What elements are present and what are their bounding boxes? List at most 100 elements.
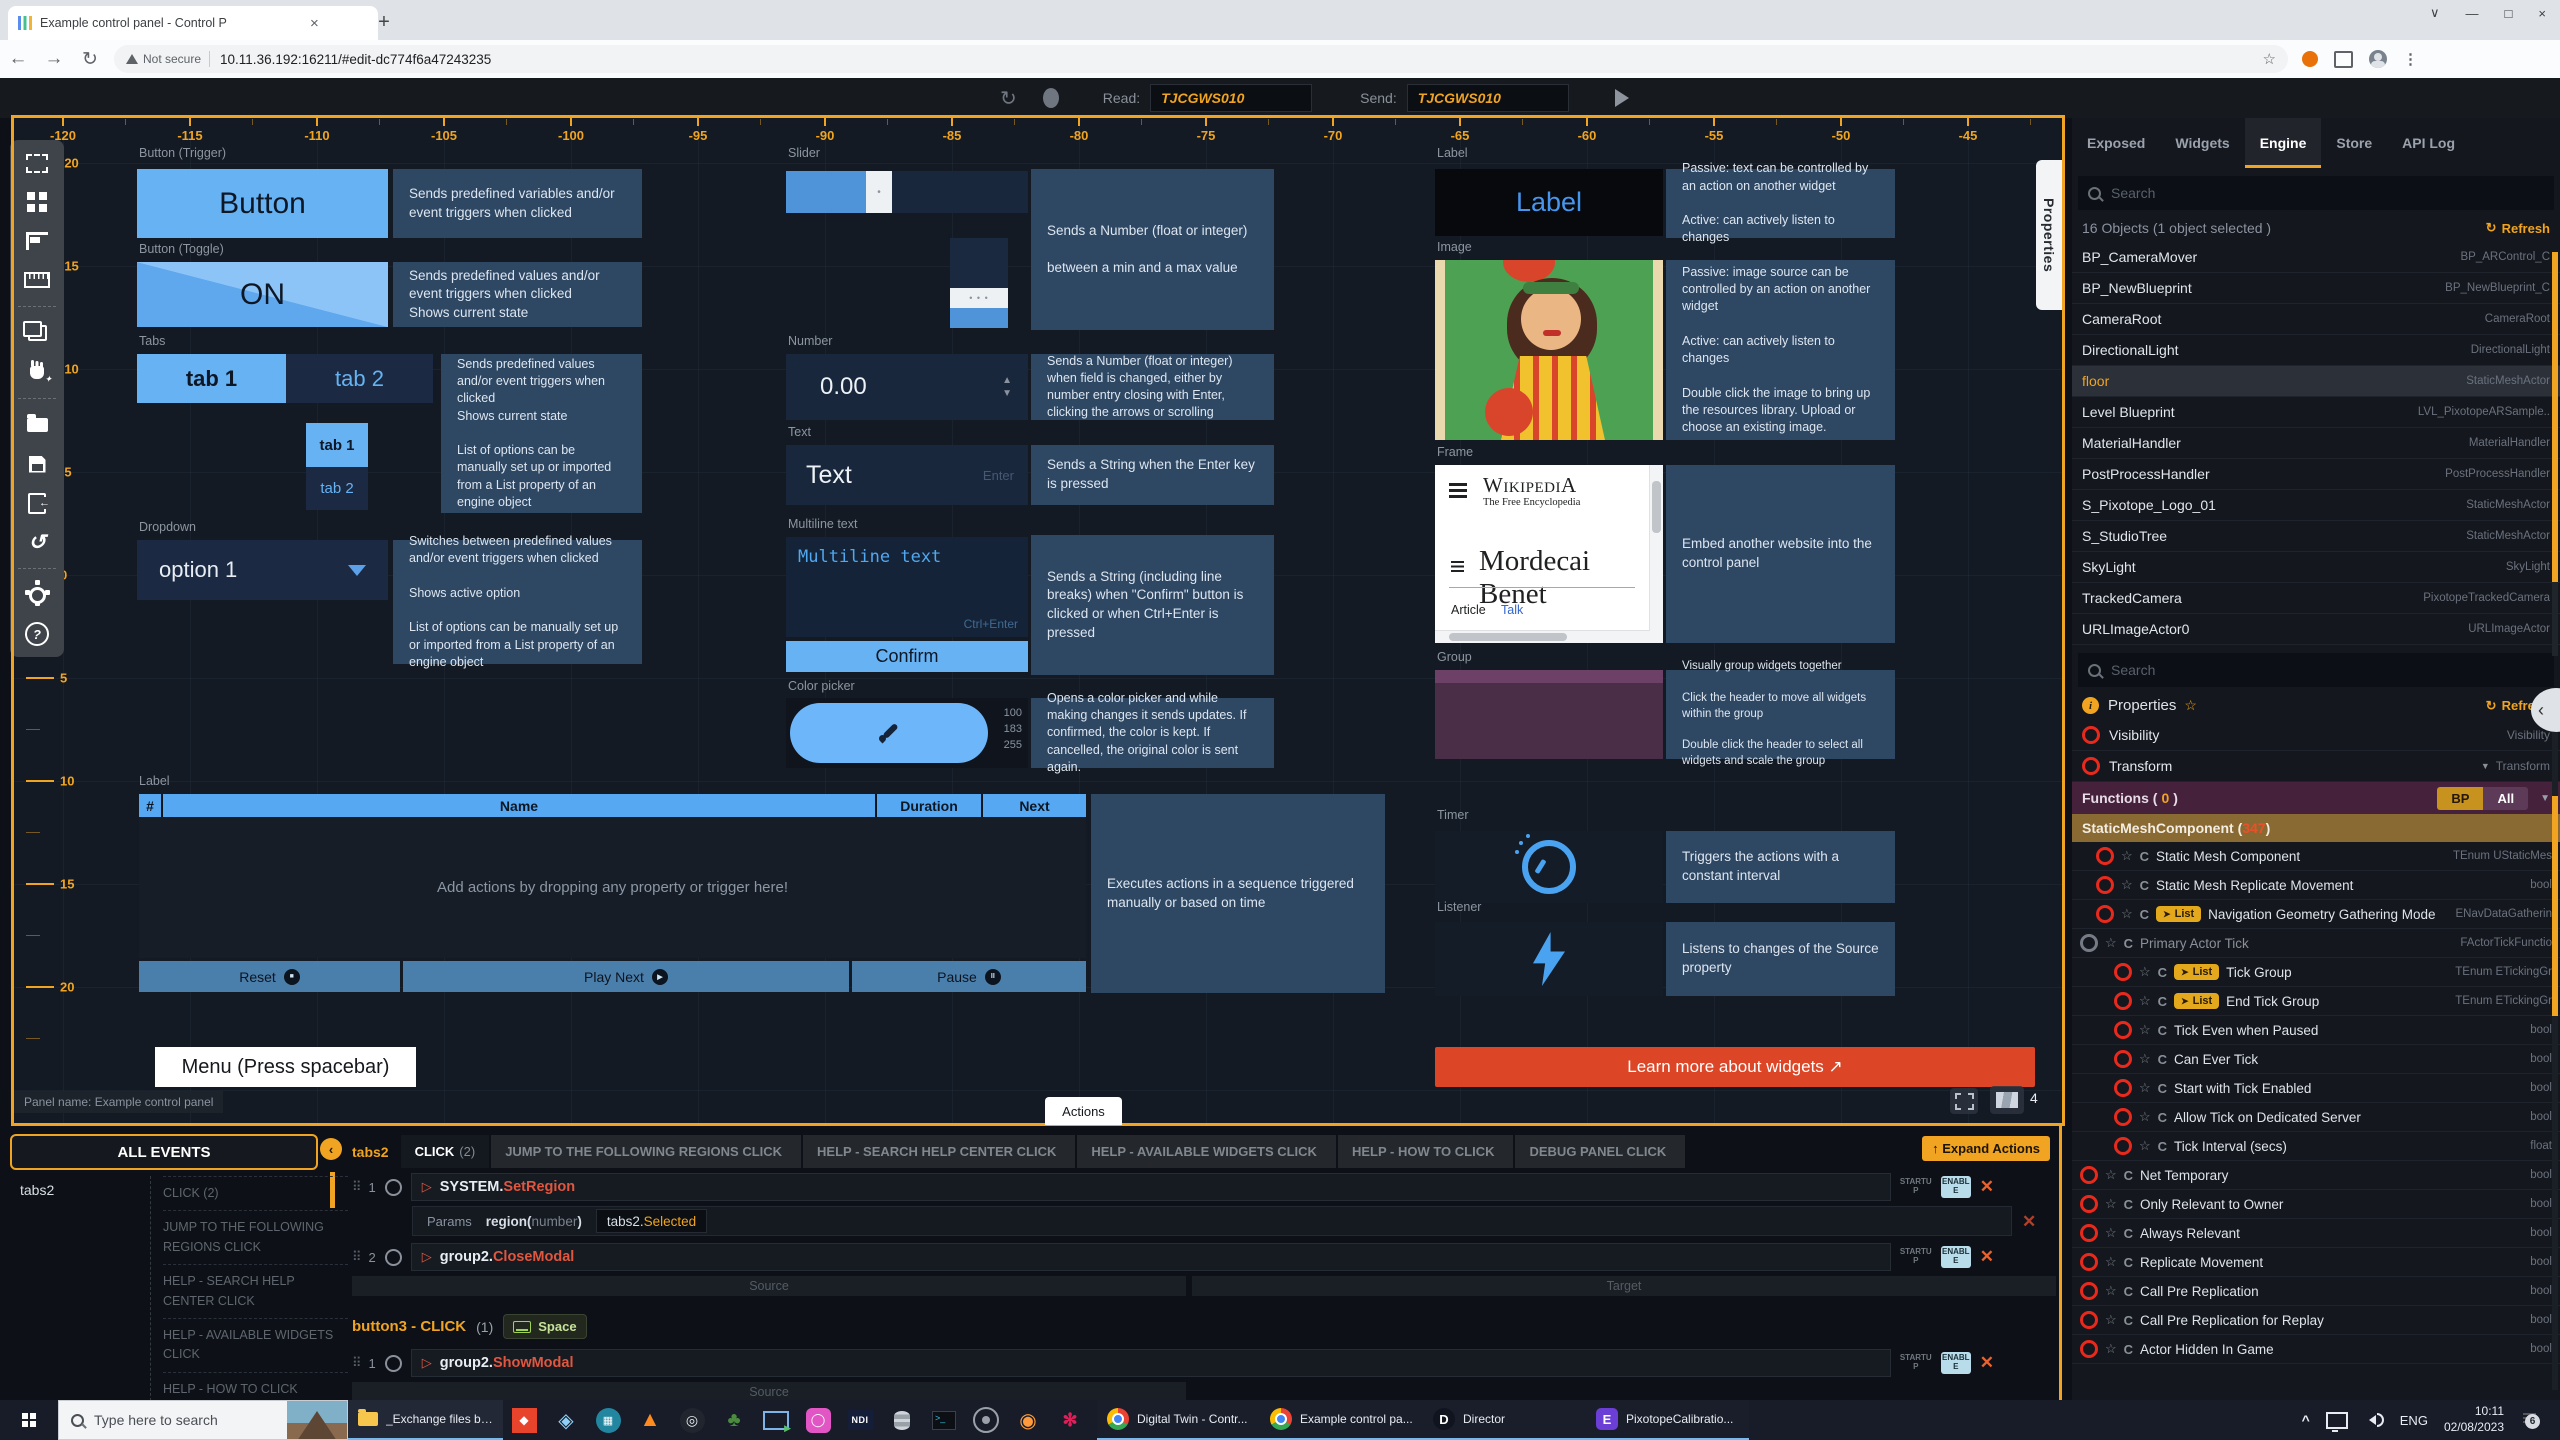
toggle-widget[interactable]: ON (137, 262, 388, 327)
object-row[interactable]: floor StaticMeshActor (2072, 366, 2560, 397)
property-row[interactable]: ☆ C ➤List Tick Group TEnum ETickingGr (2072, 958, 2560, 987)
clock[interactable]: 10:1102/08/2023 (2444, 1404, 2504, 1435)
property-row[interactable]: ☆ C ➤List Tick Even when Paused bool (2072, 1016, 2560, 1045)
star-icon[interactable]: ☆ (2105, 1225, 2117, 1241)
favorite-star-icon[interactable]: ☆ (2184, 697, 2197, 714)
new-tab-button[interactable]: + (370, 8, 398, 36)
object-row[interactable]: CameraRoot CameraRoot (2072, 304, 2560, 335)
import-icon[interactable] (20, 488, 54, 518)
fit-view-button[interactable] (1950, 1088, 1978, 1114)
pause-button[interactable]: PauseII (852, 961, 1086, 992)
minimize-icon[interactable]: — (2466, 6, 2479, 21)
event-type-item[interactable]: HELP - HOW TO CLICK (163, 1372, 348, 1400)
send-input[interactable]: TJCGWS010 (1407, 84, 1569, 112)
property-row[interactable]: ☆ C ➤List Only Relevant to Owner bool (2072, 1190, 2560, 1219)
actions-tab[interactable]: Actions (1045, 1097, 1122, 1125)
menu-hint-button[interactable]: Menu (Press spacebar) (155, 1047, 416, 1087)
sidebar-tab[interactable]: Store (2321, 118, 2387, 168)
hamburger-menu-icon[interactable] (1449, 483, 1467, 486)
property-row[interactable]: ☆ C ➤List Replicate Movement bool (2072, 1248, 2560, 1277)
profile-avatar[interactable] (2369, 50, 2387, 68)
source-dropzone[interactable]: Source (352, 1382, 1186, 1400)
tray-chevron-icon[interactable]: ^ (2302, 1412, 2310, 1428)
browser-tab[interactable]: Example control panel - Control P × (8, 6, 378, 40)
event-widget-name[interactable]: tabs2 (352, 1144, 389, 1168)
object-row[interactable]: MaterialHandler MaterialHandler (2072, 428, 2560, 459)
star-icon[interactable]: ☆ (2105, 1254, 2117, 1270)
event-tab[interactable]: HELP - SEARCH HELP CENTER CLICK (803, 1135, 1075, 1168)
group-widget[interactable] (1435, 670, 1663, 759)
all-events-button[interactable]: ALL EVENTS (10, 1134, 318, 1170)
text-widget[interactable]: Text Enter (786, 445, 1028, 505)
functions-row[interactable]: Functions (0) BP All ▼ (2072, 782, 2560, 814)
close-icon[interactable]: × (2538, 6, 2546, 21)
slider-handle[interactable]: • • • (950, 288, 1008, 308)
taskbar-icon-media-clapper[interactable]: ▦ (587, 1400, 629, 1440)
not-secure-badge[interactable]: Not secure (126, 52, 201, 66)
drag-handle-icon[interactable]: ⠿ (352, 1355, 360, 1371)
taskbar-icon-tree-app[interactable]: ♣ (713, 1400, 755, 1440)
label-widget[interactable]: Label (1435, 169, 1663, 236)
sidebar-tab[interactable]: API Log (2387, 118, 2470, 168)
star-icon[interactable]: ☆ (2105, 935, 2117, 951)
event-tab[interactable]: HELP - HOW TO CLICK (1338, 1135, 1514, 1168)
taskbar-window-button[interactable]: D Director (1423, 1400, 1586, 1440)
run-action-icon[interactable]: ▷ (422, 1179, 432, 1195)
slider-handle[interactable]: • (866, 171, 892, 213)
star-icon[interactable]: ☆ (2139, 993, 2151, 1009)
column-header[interactable]: Name (163, 794, 877, 817)
widgets-tool-icon[interactable] (20, 187, 54, 217)
star-icon[interactable]: ☆ (2105, 1167, 2117, 1183)
star-icon[interactable]: ☆ (2139, 1051, 2151, 1067)
run-action-icon[interactable]: ▷ (422, 1249, 432, 1265)
listener-widget[interactable] (1435, 922, 1663, 996)
event-tab[interactable]: DEBUG PANEL CLICK (1515, 1135, 1685, 1168)
object-row[interactable]: BP_CameraMover BP_ARControl_C (2072, 242, 2560, 273)
sync-icon[interactable]: ↻ (1000, 86, 1017, 111)
property-row[interactable]: ☆ C ➤List End Tick Group TEnum ETickingG… (2072, 987, 2560, 1016)
property-row[interactable]: Transform ▼Transform (2072, 751, 2560, 782)
settings-gear-icon[interactable] (20, 580, 54, 610)
vslider-widget[interactable]: • • • (950, 238, 1008, 328)
group-header[interactable] (1435, 670, 1663, 683)
reset-button[interactable]: Reset■ (139, 961, 400, 992)
star-icon[interactable]: ☆ (2105, 1312, 2117, 1328)
chevron-down-icon[interactable]: ∨ (2430, 5, 2440, 21)
image-widget[interactable] (1435, 260, 1663, 440)
property-row[interactable]: ☆ C ➤List Always Relevant bool (2072, 1219, 2560, 1248)
timer-widget[interactable] (1435, 831, 1663, 903)
talk-tab[interactable]: Talk (1501, 603, 1523, 617)
star-icon[interactable]: ☆ (2139, 1080, 2151, 1096)
enable-badge[interactable]: ENABLE (1941, 1176, 1971, 1198)
property-row[interactable]: ☆ C ➤List Actor Hidden In Game bool (2072, 1335, 2560, 1364)
maximize-icon[interactable]: □ (2505, 6, 2513, 21)
align-tool-icon[interactable] (20, 226, 54, 256)
event-tab[interactable]: HELP - AVAILABLE WIDGETS CLICK (1077, 1135, 1336, 1168)
objects-scrollbar[interactable] (2552, 252, 2558, 656)
select-tool-icon[interactable] (20, 148, 54, 178)
frame-vscrollbar[interactable] (1649, 465, 1663, 643)
param-value-input[interactable]: tabs2.Selected (596, 1209, 707, 1233)
button-widget[interactable]: Button (137, 169, 388, 238)
event-type-item[interactable]: JUMP TO THE FOLLOWING REGIONS CLICK (163, 1210, 348, 1264)
event-type-item[interactable]: CLICK (2) (163, 1176, 348, 1210)
notification-center[interactable]: 6 (2520, 1409, 2546, 1431)
minimap-button[interactable] (1990, 1086, 2024, 1114)
property-row[interactable]: Visibility ▼Visibility (2072, 720, 2560, 751)
component-group-row[interactable]: StaticMeshComponent (347) (2072, 814, 2560, 842)
property-row[interactable]: ☆ C ➤List Start with Tick Enabled bool (2072, 1074, 2560, 1103)
vertical-tab-2[interactable]: tab 2 (306, 467, 368, 510)
step-down-icon[interactable]: ▼ (1002, 389, 1012, 399)
taskbar-search[interactable]: Type here to search (58, 1400, 348, 1440)
object-row[interactable]: Level Blueprint LVL_PixotopeARSample.. (2072, 397, 2560, 428)
multiline-widget[interactable]: Multiline text Ctrl+Enter (786, 537, 1028, 637)
delete-action-icon[interactable]: ✕ (1980, 1177, 1994, 1197)
property-row[interactable]: ☆ C ➤List Call Pre Replication bool (2072, 1277, 2560, 1306)
refresh-objects-button[interactable]: ↻Refresh (2486, 220, 2550, 236)
help-icon[interactable]: ? (20, 619, 54, 649)
playlist-dropzone[interactable]: Add actions by dropping any property or … (139, 817, 1086, 958)
taskbar-window-exchange-folder[interactable]: _Exchange files bet... (348, 1400, 503, 1440)
sidebar-tab[interactable]: Exposed (2072, 118, 2160, 168)
contents-list-icon[interactable] (1451, 561, 1464, 563)
extension-update-icon[interactable] (2302, 51, 2318, 67)
